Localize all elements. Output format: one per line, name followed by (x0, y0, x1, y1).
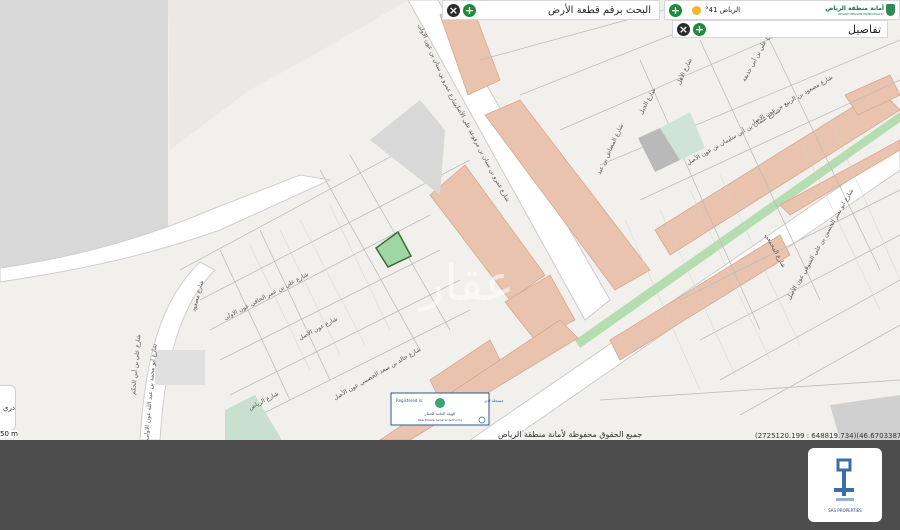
scale-label: 50 m (0, 430, 18, 438)
copyright-text: جميع الحقوق محفوظة لأمانة منطقة الرياض (498, 429, 642, 439)
plus-icon[interactable]: + (693, 22, 706, 36)
coordinates-text: (2725120.199 : 648819.734)(46.670338702 … (755, 432, 900, 440)
parcel-search-title: البحث برقم قطعة الأرض (548, 4, 651, 16)
municipality-emblem-icon (886, 4, 895, 16)
municipality-logo: أمانة منطقة الرياض RIYADH REGION MUNICIP… (825, 4, 895, 16)
inset-right-text: مسجلة لدى (484, 398, 503, 403)
map-view[interactable]: عقار شارع عمرو بن سنان بن عون الاولى شار… (0, 0, 900, 440)
brand-caption: SAS PROPERTIES (828, 507, 862, 513)
brand-logo-icon (834, 458, 854, 501)
map-canvas: عقار شارع عمرو بن سنان بن عون الاولى شار… (0, 0, 900, 440)
details-title: تفاصيل (848, 22, 881, 36)
close-icon[interactable]: × (677, 22, 690, 36)
inset-center-ar: الهيئة العامة للعقار (424, 411, 456, 416)
scale-bar: 50 m (0, 430, 18, 438)
location-label: الرياض 41° (705, 6, 741, 14)
unplanned-zone (0, 0, 168, 275)
seal-icon (435, 398, 445, 408)
registration-inset: Registered in: مسجلة لدى الهيئة العامة ل… (390, 392, 503, 426)
details-bar[interactable]: × + تفاصيل (672, 20, 888, 38)
brand-logo: SAS PROPERTIES (808, 448, 882, 522)
plus-icon[interactable]: + (463, 3, 476, 17)
watermark-text: عقار (417, 254, 515, 312)
parcel-search-bar[interactable]: × + البحث برقم قطعة الأرض (442, 0, 660, 20)
logo-name-ar: أمانة منطقة الرياض (825, 4, 884, 12)
sun-icon (692, 5, 701, 15)
inset-left-text: Registered in: (396, 398, 424, 403)
scale-control: دري (0, 385, 16, 431)
inset-center-en: Real Estate General Authority (418, 418, 463, 422)
logo-name-en: RIYADH REGION MUNICIPALITY (838, 11, 884, 16)
plus-icon[interactable]: + (669, 3, 682, 17)
close-icon[interactable]: × (447, 3, 460, 17)
scale-side-label: دري (3, 404, 15, 412)
footer-bar (0, 440, 900, 530)
location-bar[interactable]: + الرياض 41° أمانة منطقة الرياض RIYADH R… (664, 0, 900, 20)
